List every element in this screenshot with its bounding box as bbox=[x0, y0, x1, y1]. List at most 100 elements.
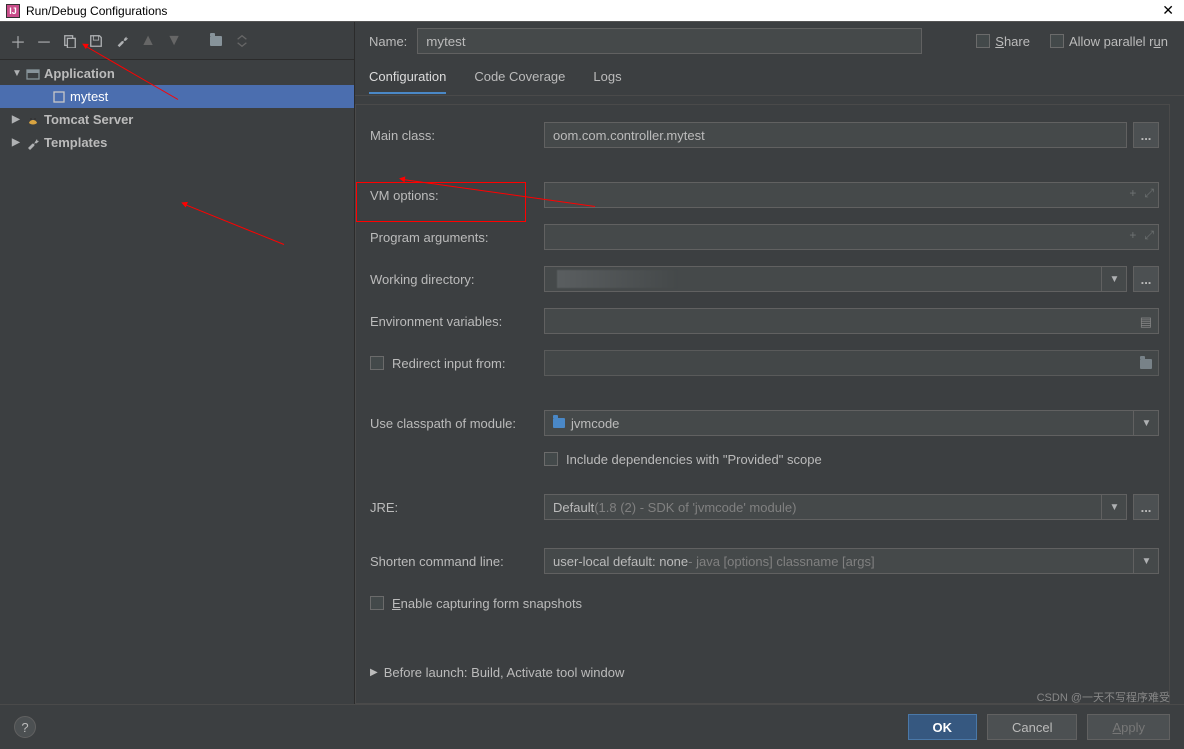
close-icon[interactable]: ✕ bbox=[1158, 2, 1178, 19]
redirect-checkbox[interactable]: Redirect input from: bbox=[370, 356, 544, 371]
chevron-right-icon: ▶ bbox=[12, 137, 24, 148]
program-args-label: Program arguments: bbox=[370, 230, 544, 245]
classpath-select[interactable]: jvmcode ▼ bbox=[544, 410, 1159, 436]
add-icon[interactable]: ＋ bbox=[10, 33, 26, 49]
expand-icon[interactable]: ⤢ bbox=[1144, 228, 1154, 243]
chevron-down-icon[interactable]: ▼ bbox=[1133, 548, 1159, 574]
chevron-down-icon: ▼ bbox=[12, 68, 24, 79]
include-provided-checkbox[interactable]: Include dependencies with "Provided" sco… bbox=[544, 452, 822, 467]
wrench-icon[interactable] bbox=[114, 33, 130, 49]
vm-options-label: VM options: bbox=[370, 188, 544, 203]
row-main-class: Main class: oom.com.controller.mytest ..… bbox=[370, 121, 1159, 149]
checkbox-icon bbox=[370, 596, 384, 610]
program-args-input[interactable]: +⤢ bbox=[544, 224, 1159, 250]
tree-label: mytest bbox=[70, 89, 108, 104]
tree-node-application[interactable]: ▼ Application bbox=[0, 62, 354, 85]
redacted-path bbox=[557, 270, 677, 288]
enable-capturing-checkbox[interactable]: Enable capturing form snapshots bbox=[370, 596, 582, 611]
window-title: Run/Debug Configurations bbox=[26, 4, 1158, 18]
name-input[interactable] bbox=[417, 28, 922, 54]
jre-select[interactable]: Default (1.8 (2) - SDK of 'jvmcode' modu… bbox=[544, 494, 1127, 520]
row-env-vars: Environment variables: ▤ bbox=[370, 307, 1159, 335]
config-toolbar: ＋ － ▲ ▼ bbox=[0, 22, 354, 60]
main-class-input[interactable]: oom.com.controller.mytest bbox=[544, 122, 1127, 148]
intellij-icon: IJ bbox=[6, 4, 20, 18]
tab-coverage[interactable]: Code Coverage bbox=[474, 61, 565, 94]
working-dir-label: Working directory: bbox=[370, 272, 544, 287]
watermark: CSDN @一天不写程序难受 bbox=[1037, 689, 1170, 705]
copy-icon[interactable] bbox=[62, 33, 78, 49]
main-class-label: Main class: bbox=[370, 128, 544, 143]
row-enable-capturing: Enable capturing form snapshots bbox=[370, 589, 1159, 617]
name-label: Name: bbox=[369, 34, 407, 49]
row-shorten: Shorten command line: user-local default… bbox=[370, 547, 1159, 575]
wrench-icon bbox=[24, 136, 42, 150]
shorten-label: Shorten command line: bbox=[370, 554, 544, 569]
parallel-checkbox[interactable]: Allow parallel run bbox=[1050, 34, 1168, 49]
jre-label: JRE: bbox=[370, 500, 544, 515]
tree-label: Application bbox=[44, 66, 115, 81]
row-classpath: Use classpath of module: jvmcode ▼ bbox=[370, 409, 1159, 437]
main-area: ＋ － ▲ ▼ ▼ Application mytest ▶ bbox=[0, 22, 1184, 704]
checkbox-icon bbox=[544, 452, 558, 466]
tabs: Configuration Code Coverage Logs bbox=[355, 60, 1184, 96]
env-vars-label: Environment variables: bbox=[370, 314, 544, 329]
tree-node-tomcat[interactable]: ▶ Tomcat Server bbox=[0, 108, 354, 131]
apply-button[interactable]: Apply bbox=[1087, 714, 1170, 740]
cancel-button[interactable]: Cancel bbox=[987, 714, 1077, 740]
share-label: hare bbox=[1004, 34, 1030, 49]
browse-button[interactable]: ... bbox=[1133, 266, 1159, 292]
folder-icon[interactable] bbox=[208, 33, 224, 49]
app-icon bbox=[24, 67, 42, 81]
left-panel: ＋ － ▲ ▼ ▼ Application mytest ▶ bbox=[0, 22, 355, 704]
help-button[interactable]: ? bbox=[14, 716, 36, 738]
module-icon bbox=[553, 418, 565, 428]
chevron-down-icon[interactable]: ▼ bbox=[1101, 266, 1127, 292]
row-working-dir: Working directory: ▼ ... bbox=[370, 265, 1159, 293]
classpath-label: Use classpath of module: bbox=[370, 416, 544, 431]
tab-logs[interactable]: Logs bbox=[593, 61, 621, 94]
parallel-label: Allow parallel run bbox=[1069, 34, 1168, 49]
name-row: Name: Share Allow parallel run bbox=[355, 22, 1184, 60]
row-redirect: Redirect input from: bbox=[370, 349, 1159, 377]
tree-node-mytest[interactable]: mytest bbox=[0, 85, 354, 108]
chevron-down-icon[interactable]: ▼ bbox=[1101, 494, 1127, 520]
bottom-bar: ? OK Cancel Apply bbox=[0, 704, 1184, 749]
chevron-right-icon: ▶ bbox=[370, 667, 378, 678]
ok-button[interactable]: OK bbox=[908, 714, 978, 740]
working-dir-input[interactable]: ▼ bbox=[544, 266, 1127, 292]
row-include-provided: Include dependencies with "Provided" sco… bbox=[370, 445, 1159, 473]
expand-icon[interactable]: ⤢ bbox=[1144, 186, 1154, 201]
share-checkbox[interactable]: Share bbox=[976, 34, 1030, 49]
redirect-input[interactable] bbox=[544, 350, 1159, 376]
folder-icon[interactable] bbox=[1140, 357, 1152, 372]
vm-options-input[interactable]: +⤢ bbox=[544, 182, 1159, 208]
row-program-args: Program arguments: +⤢ bbox=[370, 223, 1159, 251]
tree-node-templates[interactable]: ▶ Templates bbox=[0, 131, 354, 154]
plus-icon[interactable]: + bbox=[1129, 186, 1136, 201]
checkbox-icon bbox=[976, 34, 990, 48]
save-icon[interactable] bbox=[88, 33, 104, 49]
tree-label: Templates bbox=[44, 135, 107, 150]
browse-button[interactable]: ... bbox=[1133, 494, 1159, 520]
config-tree: ▼ Application mytest ▶ Tomcat Server ▶ T… bbox=[0, 60, 354, 156]
tab-configuration[interactable]: Configuration bbox=[369, 61, 446, 94]
down-icon[interactable]: ▼ bbox=[166, 33, 182, 49]
remove-icon[interactable]: － bbox=[36, 33, 52, 49]
up-icon[interactable]: ▲ bbox=[140, 33, 156, 49]
chevron-down-icon[interactable]: ▼ bbox=[1133, 410, 1159, 436]
before-launch-section[interactable]: ▶ Before launch: Build, Activate tool wi… bbox=[370, 665, 1159, 680]
form-area: Main class: oom.com.controller.mytest ..… bbox=[355, 104, 1170, 704]
tomcat-icon bbox=[24, 113, 42, 127]
plus-icon[interactable]: + bbox=[1129, 228, 1136, 243]
list-icon[interactable]: ▤ bbox=[1140, 314, 1152, 330]
checkbox-icon bbox=[1050, 34, 1064, 48]
tree-label: Tomcat Server bbox=[44, 112, 133, 127]
shorten-select[interactable]: user-local default: none - java [options… bbox=[544, 548, 1159, 574]
chevron-right-icon: ▶ bbox=[12, 114, 24, 125]
collapse-icon[interactable] bbox=[234, 33, 250, 49]
row-vm-options: VM options: +⤢ bbox=[370, 181, 1159, 209]
env-vars-input[interactable]: ▤ bbox=[544, 308, 1159, 334]
browse-button[interactable]: ... bbox=[1133, 122, 1159, 148]
row-jre: JRE: Default (1.8 (2) - SDK of 'jvmcode'… bbox=[370, 493, 1159, 521]
